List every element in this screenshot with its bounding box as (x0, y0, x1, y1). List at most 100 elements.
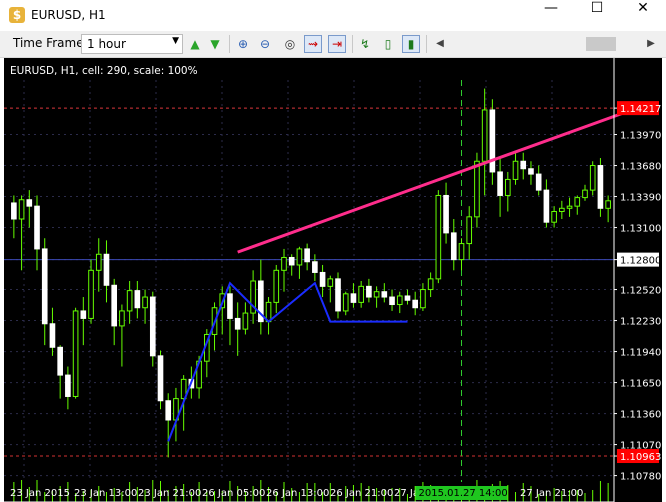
candle-body (474, 160, 480, 218)
candle-body (111, 284, 118, 327)
candle-body (427, 278, 434, 291)
candle-body (72, 310, 79, 397)
candle-body (396, 295, 403, 306)
candle-body (296, 248, 303, 266)
crosshair-time-label: 2015.01.27 14:00 (419, 488, 508, 499)
arrow-down-green-icon[interactable]: ▼ (206, 35, 224, 53)
candle-body (157, 355, 164, 402)
candle-body (373, 291, 380, 298)
title-bar: $ EURUSD, H1 — ☐ ✕ (0, 0, 666, 31)
close-button[interactable]: ✕ (620, 0, 666, 31)
toolbar-separator (352, 35, 353, 53)
candle-body (389, 296, 395, 306)
candle-body (512, 160, 519, 180)
scroll-right-icon[interactable]: ▶ (642, 35, 660, 53)
price-label: 1.14217 (620, 104, 661, 115)
candle-body (481, 109, 488, 162)
minimize-button[interactable]: — (528, 0, 574, 31)
scrollbar-thumb[interactable] (586, 37, 616, 51)
candle-body (412, 299, 419, 309)
candle-body (242, 312, 249, 330)
candle-body (366, 285, 372, 298)
chevron-down-icon[interactable]: ▼ (172, 36, 179, 46)
candle-body (57, 346, 63, 376)
candle-body (342, 293, 349, 312)
candle-body (304, 248, 310, 263)
candle-body (582, 189, 588, 199)
candle-body (119, 310, 125, 327)
candle-body (528, 168, 534, 175)
candle-body (520, 160, 527, 170)
candle-body (535, 173, 542, 191)
candle-body (234, 317, 241, 330)
candle-body (566, 205, 573, 209)
candle-body (489, 109, 496, 173)
candle-body (504, 178, 511, 196)
candle-body (420, 289, 426, 309)
chart-header: EURUSD, H1, cell: 290, scale: 100% (10, 65, 198, 77)
price-label: 1.13680 (620, 162, 661, 173)
time-label: 26 Jan 21:00 (330, 488, 393, 499)
price-label: 1.11360 (620, 410, 661, 421)
candle-body (335, 278, 341, 312)
candle-body (312, 261, 318, 273)
scroll-left-icon[interactable]: ◀ (431, 35, 449, 53)
chart-shift-icon[interactable]: ⇝ (304, 35, 322, 53)
candle-body (404, 295, 411, 301)
candle-body (142, 296, 148, 309)
time-label: 27 Jan 21:00 (520, 488, 583, 499)
candle-body (227, 293, 233, 319)
price-label: 1.12520 (620, 286, 661, 297)
candle-body (134, 290, 141, 309)
dollar-coin-icon: $ (9, 7, 25, 23)
window-title: EURUSD, H1 (31, 8, 106, 22)
price-chart[interactable]: 1.14217 1.13970 1.13680 1.13390 1.13100 1.128… (4, 58, 662, 502)
candle-body (435, 194, 442, 280)
candle-body (103, 253, 110, 286)
maximize-button[interactable]: ☐ (574, 0, 620, 31)
candle-body (49, 323, 56, 348)
zoom-in-icon[interactable]: ⊕ (234, 35, 252, 53)
candle-body (327, 278, 334, 287)
time-label: 26 Jan 05:00 (202, 488, 265, 499)
price-label: 1.13100 (620, 224, 661, 235)
candle-body (466, 216, 473, 245)
candle-body (497, 171, 503, 196)
time-frame-label: Time Frame: (13, 36, 88, 50)
arrow-up-green-icon[interactable]: ▲ (186, 35, 204, 53)
candle-body (281, 256, 287, 271)
time-label: 23 Jan 21:00 (138, 488, 201, 499)
bar-chart-icon[interactable]: ▯ (379, 35, 397, 53)
price-label: 1.11940 (620, 348, 661, 359)
candle-body (11, 202, 17, 220)
candle-body (358, 285, 364, 303)
candlestick-chart-icon[interactable]: ▮ (402, 35, 420, 53)
binoculars-icon[interactable]: ◎ (281, 35, 299, 53)
candle-body (574, 197, 581, 207)
candle-body (458, 243, 465, 261)
candle-body (126, 290, 133, 312)
line-chart-icon[interactable]: ↯ (356, 35, 374, 53)
autoscroll-icon[interactable]: ⇥ (328, 35, 346, 53)
candle-body (559, 207, 565, 213)
time-frame-value: 1 hour (87, 37, 126, 51)
candle-body (88, 269, 94, 319)
zoom-out-icon[interactable]: ⊖ (256, 35, 274, 53)
candle-body (450, 232, 457, 261)
toolbar-separator (426, 35, 427, 53)
candle-body (597, 165, 604, 209)
price-label: 1.13970 (620, 131, 661, 142)
price-label: 1.10780 (620, 472, 661, 483)
price-label: 1.10963 (620, 452, 661, 463)
candle-body (350, 293, 357, 303)
candle-body (443, 194, 449, 234)
toolbar: Time Frame: 1 hour ▼ ▲ ▼ ⊕ ⊖ ◎ ⇝ ⇥ ↯ ▯ ▮… (0, 31, 666, 58)
candle-body (65, 374, 71, 397)
candle-body (165, 400, 172, 421)
candle-body (95, 253, 102, 271)
candle-body (149, 296, 156, 357)
candle-body (34, 205, 40, 250)
candle-body (273, 269, 280, 303)
candle-body (605, 200, 611, 209)
time-frame-select[interactable]: 1 hour ▼ (81, 34, 183, 54)
